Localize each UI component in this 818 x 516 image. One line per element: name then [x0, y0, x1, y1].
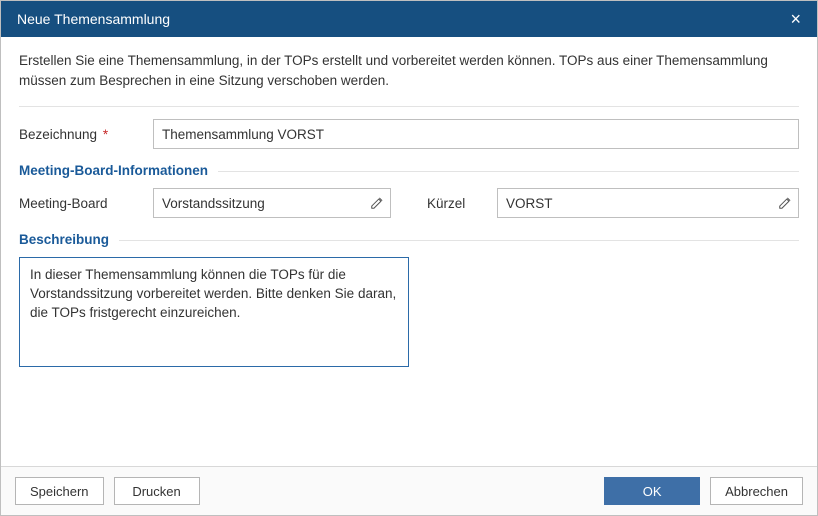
kuerzel-value: VORST: [497, 188, 799, 218]
close-icon[interactable]: ×: [786, 6, 805, 32]
beschreibung-textarea[interactable]: [19, 257, 409, 367]
section-title-beschreibung: Beschreibung: [19, 232, 119, 247]
speichern-button[interactable]: Speichern: [15, 477, 104, 505]
section-line: [218, 171, 799, 172]
meeting-board-field[interactable]: Vorstandssitzung: [153, 188, 391, 218]
section-line: [119, 240, 799, 241]
pair-meeting-board: Meeting-Board Vorstandssitzung: [19, 188, 391, 218]
section-title-meeting-board: Meeting-Board-Informationen: [19, 163, 218, 178]
abbrechen-button[interactable]: Abbrechen: [710, 477, 803, 505]
bezeichnung-input[interactable]: [153, 119, 799, 149]
dialog-content: Erstellen Sie eine Themensammlung, in de…: [1, 37, 817, 466]
divider: [19, 106, 799, 107]
section-meeting-board-header: Meeting-Board-Informationen: [19, 163, 799, 178]
meeting-board-value: Vorstandssitzung: [153, 188, 391, 218]
pair-kuerzel: Kürzel VORST: [427, 188, 799, 218]
dialog-title: Neue Themensammlung: [17, 11, 170, 27]
titlebar: Neue Themensammlung ×: [1, 1, 817, 37]
ok-button[interactable]: OK: [604, 477, 700, 505]
section-beschreibung-header: Beschreibung: [19, 232, 799, 247]
label-bezeichnung: Bezeichnung *: [19, 127, 153, 142]
intro-text: Erstellen Sie eine Themensammlung, in de…: [19, 51, 799, 90]
row-bezeichnung: Bezeichnung *: [19, 119, 799, 149]
dialog-window: Neue Themensammlung × Erstellen Sie eine…: [0, 0, 818, 516]
row-meeting-kuerzel: Meeting-Board Vorstandssitzung Kürzel VO…: [19, 188, 799, 218]
footer-right: OK Abbrechen: [604, 477, 803, 505]
field-bezeichnung-wrap: [153, 119, 799, 149]
dialog-footer: Speichern Drucken OK Abbrechen: [1, 466, 817, 515]
required-marker: *: [99, 127, 108, 142]
label-meeting-board: Meeting-Board: [19, 196, 153, 211]
kuerzel-field[interactable]: VORST: [497, 188, 799, 218]
edit-icon[interactable]: [777, 195, 793, 211]
footer-left: Speichern Drucken: [15, 477, 200, 505]
label-bezeichnung-text: Bezeichnung: [19, 127, 97, 142]
edit-icon[interactable]: [369, 195, 385, 211]
label-kuerzel: Kürzel: [427, 196, 497, 211]
drucken-button[interactable]: Drucken: [114, 477, 200, 505]
